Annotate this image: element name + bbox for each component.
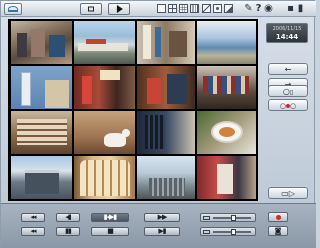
layout-quad-button[interactable] — [168, 4, 177, 13]
camera-tile[interactable] — [137, 66, 195, 109]
camera-tile[interactable] — [74, 66, 135, 109]
camera-tile[interactable] — [197, 111, 256, 154]
camera-tile[interactable] — [11, 156, 72, 199]
camera-tile[interactable] — [137, 111, 195, 154]
step-forward-button[interactable]: ▶▶ — [144, 213, 180, 222]
skip-back-button[interactable]: ◂◂ — [21, 227, 45, 236]
skip-back-icon: ◂◂ — [30, 227, 36, 235]
live-mode-button[interactable] — [80, 3, 102, 15]
globe-icon[interactable]: ◉ — [263, 2, 274, 15]
logo-icon[interactable] — [4, 3, 22, 15]
camera-tile[interactable] — [74, 156, 135, 199]
date-label: 2006/11/15 — [272, 26, 302, 32]
pause-button[interactable]: ▮▮ — [56, 227, 80, 236]
camera-tile[interactable] — [197, 66, 256, 109]
switch-icon: ▭▷ — [281, 189, 295, 198]
top-toolbar: ✎ ? ◉ ▪ ▮ — [1, 1, 316, 17]
pause-icon: ▮▮ — [65, 227, 72, 235]
camera-grid — [8, 19, 258, 201]
camera-tile[interactable] — [197, 21, 256, 64]
zoom-slider[interactable] — [200, 213, 256, 222]
arrow-left-icon: ← — [284, 65, 292, 74]
sequence-3-button[interactable] — [224, 4, 233, 13]
step-back-icon: ◂▮ — [65, 213, 71, 221]
camera-tile[interactable] — [11, 21, 72, 64]
play-button[interactable]: ▮◂▶▮ — [91, 213, 129, 222]
rewind-button[interactable]: ◂◂ — [21, 213, 45, 222]
camera-icon: ◙ — [274, 227, 282, 235]
sequence-button[interactable] — [202, 4, 211, 13]
camera-tile[interactable] — [137, 156, 195, 199]
zoom-slider-thumb[interactable] — [231, 215, 236, 221]
skip-forward-button[interactable]: ▶▮ — [144, 227, 180, 236]
camera-tile[interactable] — [137, 21, 195, 64]
switch-view-button[interactable]: ▭▷ — [268, 187, 308, 199]
playback-mode-button[interactable] — [108, 3, 130, 15]
record-control-button[interactable]: ○ ○ — [268, 99, 308, 111]
record-button[interactable] — [268, 212, 288, 222]
forward-icon: ▶▶ — [157, 213, 168, 221]
camera-select-icon[interactable]: ▮ — [295, 2, 306, 15]
layout-single-button[interactable] — [157, 4, 166, 13]
control-panel: ◂◂ ◂▮ ▮◂▶▮ ▶▶ ◂◂ ▮▮ ■ ▶▮ ◙ — [1, 203, 316, 248]
step-back-button[interactable]: ◂▮ — [56, 213, 80, 222]
stop-icon: ■ — [107, 227, 114, 235]
camera-viewer-window: ✎ ? ◉ ▪ ▮ 2006/11/15 14:44 ← ○▯ ○ ○ ▭▷ ◂… — [0, 0, 316, 248]
time-label: 14:44 — [275, 33, 299, 41]
record-icon: ○ ○ — [279, 102, 297, 110]
sequence-2-button[interactable] — [213, 4, 222, 13]
camera-tile[interactable] — [11, 66, 72, 109]
date-time-display: 2006/11/15 14:44 — [266, 23, 308, 43]
camera-tile[interactable] — [74, 111, 135, 154]
layout-16-split-button[interactable] — [190, 4, 199, 13]
rewind-icon: ◂◂ — [30, 213, 36, 221]
focus-slider[interactable] — [200, 227, 256, 236]
play-icon: ▮◂▶▮ — [103, 213, 118, 221]
play-icon — [116, 5, 123, 13]
prev-page-button[interactable]: ← — [268, 63, 308, 75]
stop-icon — [88, 6, 94, 12]
skip-forward-icon: ▶▮ — [158, 227, 166, 235]
camera-tile[interactable] — [74, 21, 135, 64]
layout-9-split-button[interactable] — [179, 4, 188, 13]
zoom-icon — [203, 216, 210, 220]
record-icon — [276, 215, 281, 220]
camera-tile[interactable] — [11, 111, 72, 154]
sequence-toggle-button[interactable]: ○▯ — [268, 85, 308, 97]
focus-icon — [203, 230, 210, 234]
camera-tile[interactable] — [197, 156, 256, 199]
focus-slider-thumb[interactable] — [231, 229, 236, 235]
stop-button[interactable]: ■ — [91, 227, 129, 236]
snapshot-button[interactable]: ◙ — [268, 226, 288, 236]
sequence-icon: ○▯ — [282, 87, 294, 96]
